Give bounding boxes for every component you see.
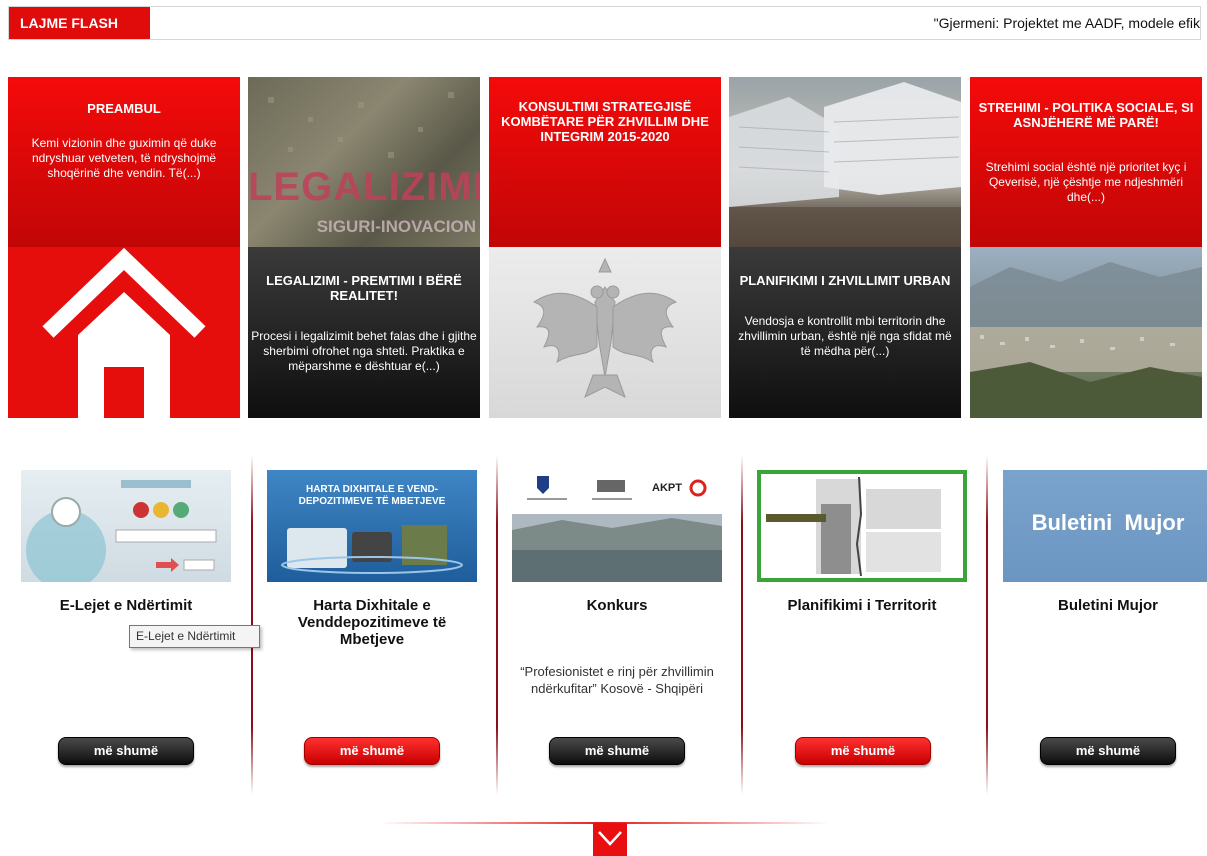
legalizimi-image-subtext: SIGURI-INOVACION — [316, 217, 476, 236]
buletini-mujor-image-text: Buletini Mujor — [1031, 510, 1185, 535]
tile-planifikimi-urban[interactable]: PLANIFIKIMI I ZHVILLIMIT URBAN Vendosja … — [729, 77, 961, 418]
card-planifikimi-territorit: Planifikimi i Territorit — [757, 470, 967, 614]
tile-preambul[interactable]: PREAMBUL Kemi vizionin dhe guximin që du… — [8, 77, 240, 418]
card-buletini-mujor-title[interactable]: Buletini Mujor — [1003, 597, 1207, 614]
more-button-planifikimi-territorit[interactable]: më shumë — [795, 737, 931, 765]
card-buletini-mujor: Buletini Mujor Buletini Mujor — [1003, 470, 1207, 614]
tile-legalizimi[interactable]: LEGALIZIMI SIGURI-INOVACION LEGALIZIMI -… — [248, 77, 480, 418]
legalizimi-image: LEGALIZIMI SIGURI-INOVACION — [248, 77, 480, 247]
tooltip: E-Lejet e Ndërtimit — [129, 625, 260, 648]
emblem-image — [489, 247, 721, 418]
tile-strehimi-panel: STREHIMI - POLITIKA SOCIALE, SI ASNJËHER… — [970, 77, 1202, 247]
card-konkurs-text: “Profesionistet e rinj për zhvillimin nd… — [520, 664, 714, 696]
card-divider — [741, 455, 743, 795]
more-button-buletini-mujor[interactable]: më shumë — [1040, 737, 1176, 765]
card-e-lejet: E-Lejet e Ndërtimit — [21, 470, 231, 614]
more-button-e-lejet[interactable]: më shumë — [58, 737, 194, 765]
scroll-down-button[interactable] — [593, 823, 627, 856]
konkurs-image[interactable]: AKPT — [512, 470, 722, 582]
buletini-mujor-image[interactable]: Buletini Mujor — [1003, 470, 1207, 582]
news-flash-label: LAJME FLASH — [9, 7, 150, 39]
more-button-konkurs[interactable]: më shumë — [549, 737, 685, 765]
tile-konsultimi-title[interactable]: KONSULTIMI STRATEGJISË KOMBËTARE PËR ZHV… — [489, 99, 721, 144]
konkurs-image-logo-text: AKPT — [652, 482, 682, 494]
tile-legalizimi-text: Procesi i legalizimit behet falas dhe i … — [251, 329, 477, 373]
news-ticker[interactable]: "Gjermeni: Projektet me AADF, modele efi… — [870, 7, 1200, 39]
card-harta-dixhitale-title[interactable]: Harta Dixhitale e Venddepozitimeve të Mb… — [267, 597, 477, 648]
chevron-down-icon — [598, 831, 622, 846]
tile-legalizimi-panel: LEGALIZIMI - PREMTIMI I BËRË REALITET! P… — [248, 247, 480, 418]
card-konkurs: AKPT Konkurs “Profesionistet e rinj për … — [512, 470, 722, 696]
house-image — [8, 247, 240, 418]
tile-konsultimi[interactable]: KONSULTIMI STRATEGJISË KOMBËTARE PËR ZHV… — [489, 77, 721, 418]
tile-preambul-title[interactable]: PREAMBUL — [8, 101, 240, 116]
tile-strehimi-text: Strehimi social është një prioritet kyç … — [985, 160, 1187, 204]
tile-preambul-text: Kemi vizionin dhe guximin që duke ndrysh… — [31, 136, 217, 180]
card-konkurs-title[interactable]: Konkurs — [512, 597, 722, 614]
double-headed-eagle-icon — [532, 257, 678, 399]
house-icon — [42, 247, 206, 418]
tile-strehimi-title[interactable]: STREHIMI - POLITIKA SOCIALE, SI ASNJËHER… — [970, 100, 1202, 130]
tile-strehimi[interactable]: STREHIMI - POLITIKA SOCIALE, SI ASNJËHER… — [970, 77, 1202, 418]
tile-planifikimi-urban-panel: PLANIFIKIMI I ZHVILLIMIT URBAN Vendosja … — [729, 247, 961, 418]
tile-konsultimi-panel: KONSULTIMI STRATEGJISË KOMBËTARE PËR ZHV… — [489, 77, 721, 247]
city-landscape-image — [970, 247, 1202, 418]
urban-architecture-image — [729, 77, 961, 247]
more-button-harta-dixhitale[interactable]: më shumë — [304, 737, 440, 765]
tile-planifikimi-urban-title[interactable]: PLANIFIKIMI I ZHVILLIMIT URBAN — [729, 273, 961, 288]
card-divider — [496, 455, 498, 795]
card-harta-dixhitale: HARTA DIXHITALE E VEND-DEPOZITIMEVE TË M… — [267, 470, 477, 648]
legalizimi-image-text: LEGALIZIMI — [248, 165, 480, 209]
card-divider — [986, 455, 988, 795]
tile-legalizimi-title[interactable]: LEGALIZIMI - PREMTIMI I BËRË REALITET! — [248, 273, 480, 303]
planifikimi-territorit-image[interactable] — [757, 470, 967, 582]
harta-dixhitale-image[interactable]: HARTA DIXHITALE E VEND-DEPOZITIMEVE TË M… — [267, 470, 477, 582]
tile-planifikimi-urban-text: Vendosja e kontrollit mbi territorin dhe… — [738, 314, 952, 358]
news-flash-bar: LAJME FLASH "Gjermeni: Projektet me AADF… — [8, 6, 1201, 40]
card-e-lejet-title[interactable]: E-Lejet e Ndërtimit — [21, 597, 231, 614]
card-planifikimi-territorit-title[interactable]: Planifikimi i Territorit — [757, 597, 967, 614]
tile-preambul-panel: PREAMBUL Kemi vizionin dhe guximin që du… — [8, 77, 240, 247]
e-lejet-image[interactable] — [21, 470, 231, 582]
